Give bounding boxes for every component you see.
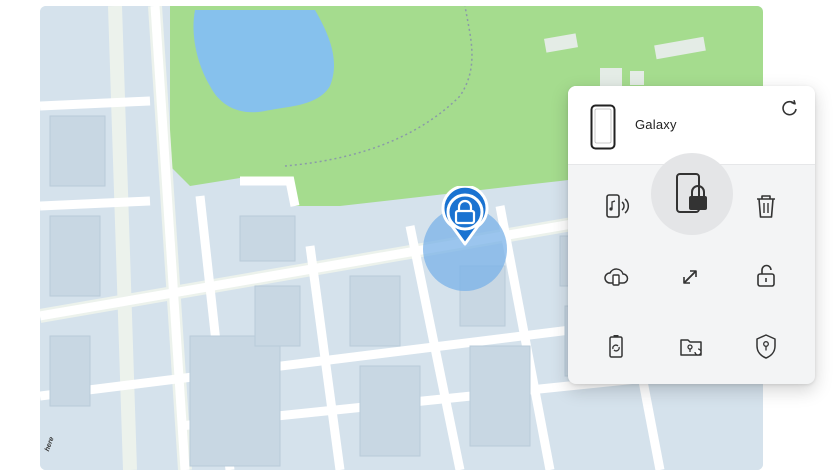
unlock-button[interactable]	[744, 254, 788, 298]
lock-screen-icon	[676, 173, 707, 213]
trash-icon	[757, 195, 775, 218]
location-pin[interactable]	[420, 186, 510, 296]
unlock-icon	[757, 264, 775, 287]
erase-data-button[interactable]	[744, 184, 788, 228]
guardians-button[interactable]	[744, 324, 788, 368]
refresh-icon[interactable]	[780, 99, 800, 119]
ring-device-button[interactable]	[594, 184, 638, 228]
retrieve-calls-button[interactable]	[669, 254, 713, 298]
lock-device-button[interactable]	[651, 153, 733, 235]
arrows-swap-icon	[683, 270, 697, 284]
battery-saver-button[interactable]	[594, 324, 638, 368]
device-action-panel: Galaxy	[568, 86, 815, 384]
device-name: Galaxy	[635, 117, 677, 132]
secure-folder-button[interactable]	[669, 324, 713, 368]
battery-saver-icon	[609, 335, 623, 358]
cloud-backup-icon	[604, 268, 629, 286]
backup-button[interactable]	[594, 254, 638, 298]
smartphone-icon	[590, 104, 616, 150]
folder-refresh-icon	[680, 339, 702, 356]
ring-phone-icon	[606, 194, 630, 218]
shield-location-icon	[756, 334, 776, 359]
